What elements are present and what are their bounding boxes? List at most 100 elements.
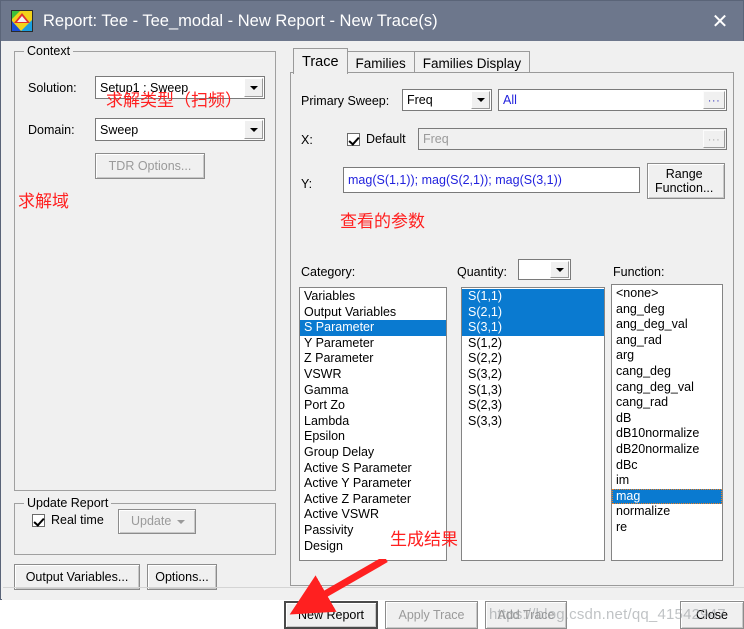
list-item[interactable]: Active S Parameter xyxy=(300,461,446,477)
solution-combo[interactable]: Setup1 : Sweep xyxy=(95,76,265,99)
report-dialog-window: Report: Tee - Tee_modal - New Report - N… xyxy=(0,0,744,629)
list-item[interactable]: S(2,1) xyxy=(462,304,604,321)
list-item[interactable]: S(1,2) xyxy=(462,336,604,352)
hfss-app-icon-glyph xyxy=(12,11,32,31)
add-trace-button-label: Add Trace xyxy=(497,607,555,622)
apply-trace-button[interactable]: Apply Trace xyxy=(385,601,478,629)
primary-sweep-range-value: All xyxy=(503,93,517,107)
list-item[interactable]: mag xyxy=(612,488,722,505)
list-item[interactable]: ang_deg_val xyxy=(612,317,722,333)
add-trace-button[interactable]: Add Trace xyxy=(485,601,567,629)
list-item[interactable]: S(2,3) xyxy=(462,398,604,414)
primary-sweep-label: Primary Sweep: xyxy=(301,94,390,108)
list-item[interactable]: re xyxy=(612,520,722,536)
range-function-button-label: Range Function... xyxy=(655,166,714,195)
range-function-button[interactable]: Range Function... xyxy=(647,163,725,199)
list-item[interactable]: Variables xyxy=(300,289,446,305)
list-item[interactable]: Design xyxy=(300,539,446,555)
update-button-label: Update xyxy=(131,514,172,529)
list-item[interactable]: Lambda xyxy=(300,414,446,430)
close-icon[interactable]: ✕ xyxy=(697,1,743,41)
tdr-options-button[interactable]: TDR Options... xyxy=(95,153,205,179)
list-item[interactable]: Gamma xyxy=(300,383,446,399)
list-item[interactable]: S(3,3) xyxy=(462,414,604,430)
x-value-field: Freq ··· xyxy=(418,128,727,150)
domain-combo[interactable]: Sweep xyxy=(95,118,265,141)
domain-label: Domain: xyxy=(28,123,75,137)
list-item[interactable]: Active VSWR xyxy=(300,507,446,523)
list-item[interactable]: S(3,2) xyxy=(462,367,604,383)
list-item[interactable]: normalize xyxy=(612,504,722,520)
chevron-down-icon[interactable] xyxy=(244,120,263,139)
list-item[interactable]: ang_rad xyxy=(612,333,722,349)
chevron-down-icon[interactable] xyxy=(471,91,490,109)
list-item[interactable]: ang_deg xyxy=(612,302,722,318)
y-expression-value: mag(S(1,1)); mag(S(2,1)); mag(S(3,1)) xyxy=(348,173,562,187)
list-item[interactable]: S(3,1) xyxy=(462,320,604,336)
list-item[interactable]: <none> xyxy=(612,286,722,302)
list-item[interactable]: Port Zo xyxy=(300,398,446,414)
list-item[interactable]: S(1,1) xyxy=(462,289,604,305)
list-item[interactable]: cang_deg xyxy=(612,364,722,380)
list-item[interactable]: S(1,3) xyxy=(462,383,604,399)
close-button[interactable]: Close xyxy=(680,601,744,629)
list-item[interactable]: Epsilon xyxy=(300,429,446,445)
bottom-separator xyxy=(3,587,744,588)
list-item[interactable]: cang_rad xyxy=(612,395,722,411)
category-listbox[interactable]: Variables Output Variables S Parameter Y Pa… xyxy=(299,287,447,561)
list-item[interactable]: im xyxy=(612,473,722,489)
list-item[interactable]: Active Z Parameter xyxy=(300,492,446,508)
update-button[interactable]: Update xyxy=(118,509,196,534)
ellipsis-icon[interactable]: ··· xyxy=(703,91,725,109)
tab-families[interactable]: Families xyxy=(346,51,415,74)
new-report-button[interactable]: New Report xyxy=(284,601,378,629)
list-item[interactable]: Y Parameter xyxy=(300,336,446,352)
hfss-app-icon xyxy=(11,10,33,32)
window-title: Report: Tee - Tee_modal - New Report - N… xyxy=(43,11,438,30)
x-default-label: Default xyxy=(366,132,406,146)
category-label: Category: xyxy=(301,265,356,279)
list-item[interactable]: dB20normalize xyxy=(612,442,722,458)
tab-trace[interactable]: Trace xyxy=(293,48,348,74)
real-time-checkbox[interactable]: Real time xyxy=(32,513,104,527)
list-item[interactable]: Active Y Parameter xyxy=(300,476,446,492)
title-bar: Report: Tee - Tee_modal - New Report - N… xyxy=(1,1,743,41)
y-label: Y: xyxy=(301,177,313,191)
x-default-checkbox[interactable]: Default xyxy=(347,132,406,146)
list-item[interactable]: S(2,2) xyxy=(462,351,604,367)
quantity-listbox[interactable]: S(1,1) S(2,1) S(3,1) S(1,2) S(2,2) S(3,2) S(1,… xyxy=(461,287,605,561)
list-item[interactable]: dBc xyxy=(612,458,722,474)
chevron-down-icon[interactable] xyxy=(550,261,569,278)
close-button-label: Close xyxy=(696,607,728,622)
apply-trace-button-label: Apply Trace xyxy=(398,607,465,622)
primary-sweep-combo[interactable]: Freq xyxy=(402,89,492,111)
y-expression-field[interactable]: mag(S(1,1)); mag(S(2,1)); mag(S(3,1)) xyxy=(343,167,640,193)
quantity-label: Quantity: xyxy=(457,265,508,279)
update-report-group-title: Update Report xyxy=(24,496,112,510)
list-item[interactable]: dB10normalize xyxy=(612,426,722,442)
list-item[interactable]: cang_deg_val xyxy=(612,380,722,396)
list-item[interactable]: Group Delay xyxy=(300,445,446,461)
tab-strip: Trace Families Families Display xyxy=(293,48,531,74)
new-report-button-label: New Report xyxy=(298,607,364,622)
tab-families-display[interactable]: Families Display xyxy=(413,51,531,74)
list-item[interactable]: S Parameter xyxy=(300,320,446,336)
list-item[interactable]: VSWR xyxy=(300,367,446,383)
x-label: X: xyxy=(301,133,313,147)
tab-families-display-label: Families Display xyxy=(422,55,522,71)
checkbox-check-icon xyxy=(32,513,45,527)
solution-combo-value: Setup1 : Sweep xyxy=(100,80,189,95)
quantity-combo[interactable] xyxy=(518,259,571,280)
ellipsis-icon: ··· xyxy=(703,130,725,148)
function-listbox[interactable]: <none> ang_deg ang_deg_val ang_rad arg cang_d… xyxy=(611,284,723,561)
list-item[interactable]: Output Variables xyxy=(300,305,446,321)
dialog-client-area: Context Solution: Setup1 : Sweep Domain:… xyxy=(2,41,744,629)
checkbox-check-icon xyxy=(347,132,360,146)
list-item[interactable]: arg xyxy=(612,348,722,364)
primary-sweep-range-field[interactable]: All ··· xyxy=(498,89,727,111)
list-item[interactable]: dB xyxy=(612,411,722,427)
chevron-down-icon[interactable] xyxy=(244,78,263,97)
list-item[interactable]: Z Parameter xyxy=(300,351,446,367)
domain-combo-value: Sweep xyxy=(100,122,139,137)
list-item[interactable]: Passivity xyxy=(300,523,446,539)
